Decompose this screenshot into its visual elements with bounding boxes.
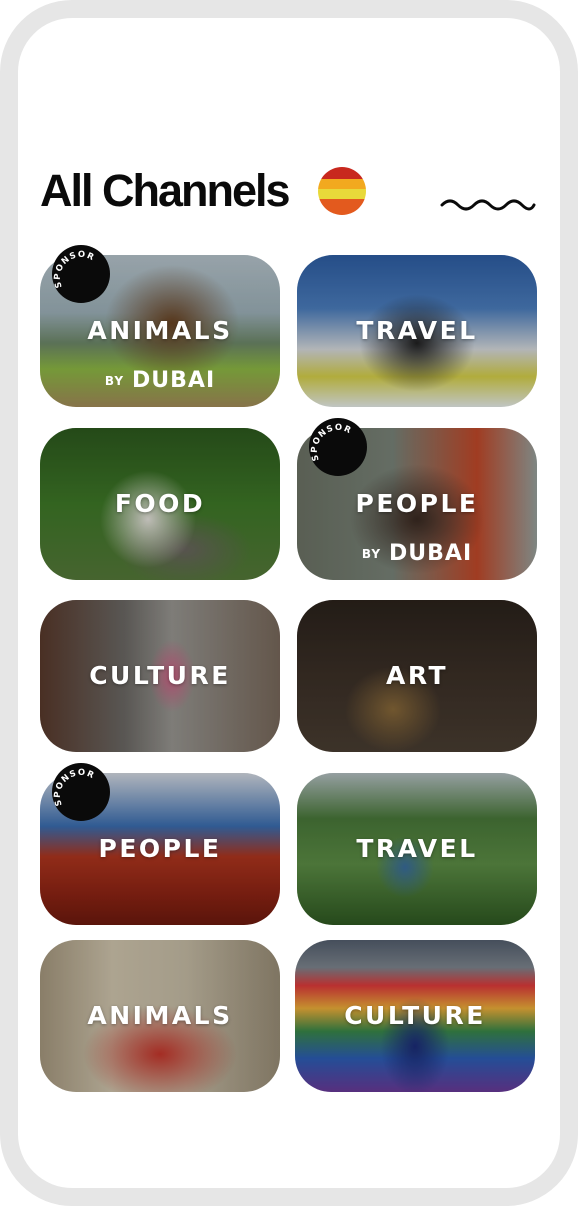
- svg-text:SPONSOR: SPONSOR: [310, 423, 354, 462]
- sponsor-badge-text: SPONSOR: [53, 250, 95, 289]
- channel-tile-culture[interactable]: CULTURE: [295, 940, 535, 1092]
- sponsor-badge: SPONSOR: [52, 245, 110, 303]
- channel-label: ART: [385, 660, 449, 690]
- channel-label: PEOPLE: [98, 833, 222, 863]
- byline-brand-logo: DUBAI: [389, 541, 473, 566]
- byline-brand-logo: DUBAI: [132, 368, 216, 393]
- wave-menu-icon[interactable]: [440, 196, 536, 214]
- channel-label: TRAVEL: [356, 315, 478, 345]
- channel-tile-travel[interactable]: TRAVEL: [297, 773, 537, 925]
- svg-text:SPONSOR: SPONSOR: [53, 768, 97, 807]
- sponsor-badge: SPONSOR: [309, 418, 367, 476]
- channel-label: TRAVEL: [356, 833, 478, 863]
- channel-label: ANIMALS: [87, 315, 233, 345]
- sponsor-badge-text: SPONSOR: [310, 423, 352, 462]
- sponsor-byline: BY DUBAI: [297, 541, 537, 566]
- channel-label: PEOPLE: [355, 488, 479, 518]
- channel-tile-food[interactable]: FOOD: [40, 428, 280, 580]
- channel-tile-art[interactable]: ART: [297, 600, 537, 752]
- byline-by: BY: [104, 373, 125, 388]
- channel-tile-culture[interactable]: CULTURE: [40, 600, 280, 752]
- channel-label: CULTURE: [89, 660, 231, 690]
- channel-label: ANIMALS: [87, 1000, 233, 1030]
- page-title: All Channels: [40, 165, 291, 216]
- byline-by: BY: [361, 546, 382, 561]
- channel-label: CULTURE: [344, 1000, 486, 1030]
- sponsor-byline: BY DUBAI: [40, 368, 280, 393]
- flag-icon: [318, 167, 366, 215]
- sponsor-badge-text: SPONSOR: [53, 768, 95, 807]
- sponsor-badge: SPONSOR: [52, 763, 110, 821]
- channel-tile-travel[interactable]: TRAVEL: [297, 255, 537, 407]
- channel-label: FOOD: [114, 488, 206, 518]
- channel-tile-animals[interactable]: ANIMALS: [40, 940, 280, 1092]
- svg-text:SPONSOR: SPONSOR: [53, 250, 97, 289]
